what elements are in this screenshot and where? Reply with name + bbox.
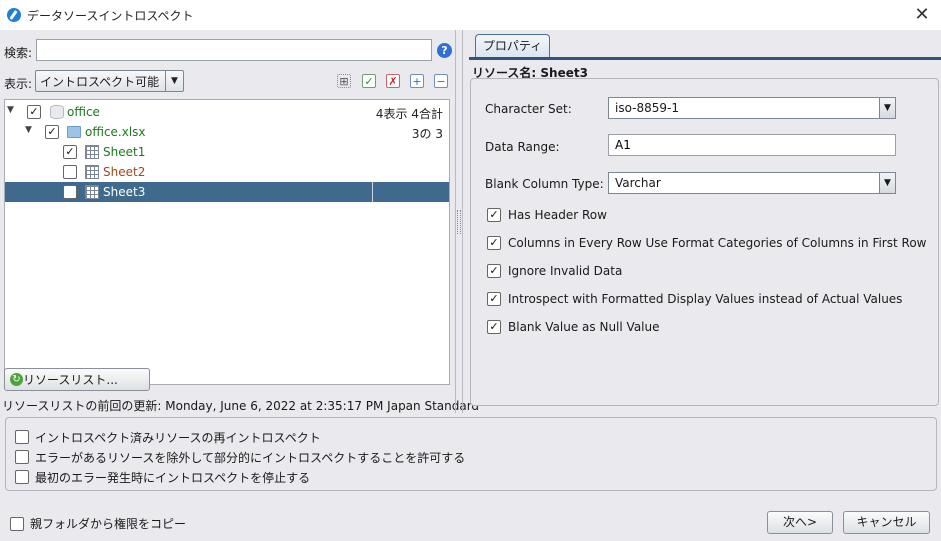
checkbox-format-categories[interactable]: ✓ <box>487 236 501 250</box>
checkbox-sheet2[interactable] <box>63 165 77 179</box>
tree-row-sheet3[interactable]: Sheet3 <box>5 182 449 202</box>
data-range-label: Data Range: <box>485 140 560 154</box>
chevron-down-icon: ▼ <box>165 71 183 91</box>
last-update-text: リソースリストの前回の更新: Monday, June 6, 2022 at 2… <box>2 399 480 413</box>
close-icon[interactable]: ✕ <box>911 4 933 26</box>
tree-row-sheet2[interactable]: Sheet2 <box>5 162 449 182</box>
character-set-select[interactable]: iso-8859-1 ▼ <box>608 97 896 119</box>
cancel-button[interactable]: キャンセル <box>843 511 930 534</box>
character-set-value: iso-8859-1 <box>615 101 679 115</box>
chevron-down-icon: ▼ <box>879 98 895 118</box>
copy-permissions-label: 親フォルダから権限をコピー <box>30 517 187 531</box>
checkbox-sheet3[interactable] <box>63 185 77 199</box>
checkbox-sheet1[interactable]: ✓ <box>63 145 77 159</box>
checkbox-office[interactable]: ✓ <box>27 105 41 119</box>
character-set-label: Character Set: <box>485 102 572 116</box>
tree-label-sheet1: Sheet1 <box>103 145 146 159</box>
reintrospect-option[interactable]: イントロスペクト済みリソースの再イントロスペクト <box>15 429 321 445</box>
sheet-icon <box>85 145 99 159</box>
tab-properties[interactable]: プロパティ <box>475 34 550 57</box>
tree-count-office-xlsx: 3の 3 <box>411 127 443 141</box>
caret-expanded-icon[interactable]: ▼ <box>25 125 32 135</box>
selection-highlight <box>5 182 373 202</box>
data-range-input[interactable] <box>608 134 896 156</box>
blank-column-type-label: Blank Column Type: <box>485 177 604 191</box>
checkbox-formatted-display-values[interactable]: ✓ <box>487 292 501 306</box>
ignore-invalid-data-check[interactable]: ✓ Ignore Invalid Data <box>487 263 622 279</box>
tree-view-icon[interactable]: ⊞ <box>337 74 351 88</box>
app-icon <box>7 8 21 22</box>
sheet-icon <box>85 165 99 179</box>
tree-row-sheet1[interactable]: ✓ Sheet1 <box>5 142 449 162</box>
next-button[interactable]: 次へ> <box>767 511 833 534</box>
sheet-icon <box>85 185 99 199</box>
blank-column-type-select[interactable]: Varchar ▼ <box>608 172 896 194</box>
stop-on-error-label: 最初のエラー発生時にイントロスペクトを停止する <box>35 470 311 485</box>
caret-expanded-icon[interactable]: ▼ <box>7 105 14 115</box>
has-header-row-label: Has Header Row <box>508 208 607 222</box>
reintrospect-label: イントロスペクト済みリソースの再イントロスペクト <box>35 430 321 445</box>
tab-underline <box>469 57 941 60</box>
blank-column-type-value: Varchar <box>615 176 661 190</box>
window-title: データソースイントロスペクト <box>27 8 194 23</box>
collapse-all-icon[interactable]: − <box>434 74 448 88</box>
checkbox-ignore-invalid-data[interactable]: ✓ <box>487 264 501 278</box>
copy-permissions-option[interactable]: 親フォルダから権限をコピー <box>10 515 186 532</box>
view-filter-value: イントロスペクト可能 <box>40 74 160 89</box>
resource-tree: ▼ ✓ office 4表示 4合計 ▼ ✓ office.xlsx 3の 3 … <box>4 99 450 385</box>
checkbox-copy-permissions[interactable] <box>10 516 24 531</box>
chevron-down-icon: ▼ <box>879 173 895 193</box>
blank-as-null-label: Blank Value as Null Value <box>508 320 660 334</box>
introspection-options: イントロスペクト済みリソースの再イントロスペクト エラーがあるリソースを除外して… <box>5 417 937 491</box>
properties-panel: Character Set: iso-8859-1 ▼ Data Range: … <box>470 78 939 406</box>
search-label: 検索: <box>4 46 33 60</box>
help-icon[interactable]: ? <box>437 43 452 58</box>
checkbox-partial-introspect[interactable] <box>15 450 29 464</box>
view-filter-select[interactable]: イントロスペクト可能 ▼ <box>35 70 184 92</box>
format-categories-label: Columns in Every Row Use Format Categori… <box>508 236 927 250</box>
checkbox-office-xlsx[interactable]: ✓ <box>45 125 59 139</box>
search-input[interactable] <box>36 39 432 61</box>
expand-all-icon[interactable]: + <box>410 74 424 88</box>
data-source-icon <box>50 105 64 119</box>
has-header-row-check[interactable]: ✓ Has Header Row <box>487 207 607 223</box>
checkbox-blank-as-null[interactable]: ✓ <box>487 320 501 334</box>
tree-label-sheet3: Sheet3 <box>103 185 146 199</box>
formatted-display-values-check[interactable]: ✓ Introspect with Formatted Display Valu… <box>487 291 902 307</box>
partial-introspect-option[interactable]: エラーがあるリソースを除外して部分的にイントロスペクトすることを許可する <box>15 449 465 465</box>
refresh-icon: ↻ <box>10 373 23 386</box>
resource-pane: 検索: ? 表示: イントロスペクト可能 ▼ ⊞ ✓ ✗ + − ▼ ✓ off… <box>0 30 479 413</box>
tree-label-sheet2: Sheet2 <box>103 165 146 179</box>
partial-introspect-label: エラーがあるリソースを除外して部分的にイントロスペクトすることを許可する <box>35 450 466 465</box>
title-bar: データソースイントロスペクト ✕ <box>0 0 941 30</box>
tree-row-office-xlsx[interactable]: ▼ ✓ office.xlsx 3の 3 <box>5 122 449 142</box>
checkbox-reintrospect[interactable] <box>15 430 29 444</box>
tree-label-office: office <box>67 105 100 119</box>
format-categories-check[interactable]: ✓ Columns in Every Row Use Format Catego… <box>487 235 926 251</box>
tree-row-office[interactable]: ▼ ✓ office 4表示 4合計 <box>5 102 449 122</box>
blank-as-null-check[interactable]: ✓ Blank Value as Null Value <box>487 319 660 335</box>
uncheck-all-icon[interactable]: ✗ <box>386 74 400 88</box>
ignore-invalid-data-label: Ignore Invalid Data <box>508 264 623 278</box>
folder-icon <box>67 126 81 138</box>
stop-on-error-option[interactable]: 最初のエラー発生時にイントロスペクトを停止する <box>15 469 310 485</box>
formatted-display-values-label: Introspect with Formatted Display Values… <box>508 292 903 306</box>
check-all-icon[interactable]: ✓ <box>362 74 376 88</box>
resource-list-button[interactable]: ↻ リソースリスト... <box>4 368 150 391</box>
tree-label-office-xlsx: office.xlsx <box>85 125 146 139</box>
tree-count-office: 4表示 4合計 <box>375 107 443 121</box>
checkbox-stop-on-error[interactable] <box>15 470 29 484</box>
pane-splitter[interactable] <box>455 30 463 413</box>
resource-list-button-label: リソースリスト... <box>23 373 118 387</box>
splitter-grip-icon[interactable] <box>457 210 461 234</box>
checkbox-has-header-row[interactable]: ✓ <box>487 208 501 222</box>
properties-pane: プロパティ リソース名: Sheet3 Character Set: iso-8… <box>469 30 941 413</box>
view-label: 表示: <box>4 77 33 91</box>
